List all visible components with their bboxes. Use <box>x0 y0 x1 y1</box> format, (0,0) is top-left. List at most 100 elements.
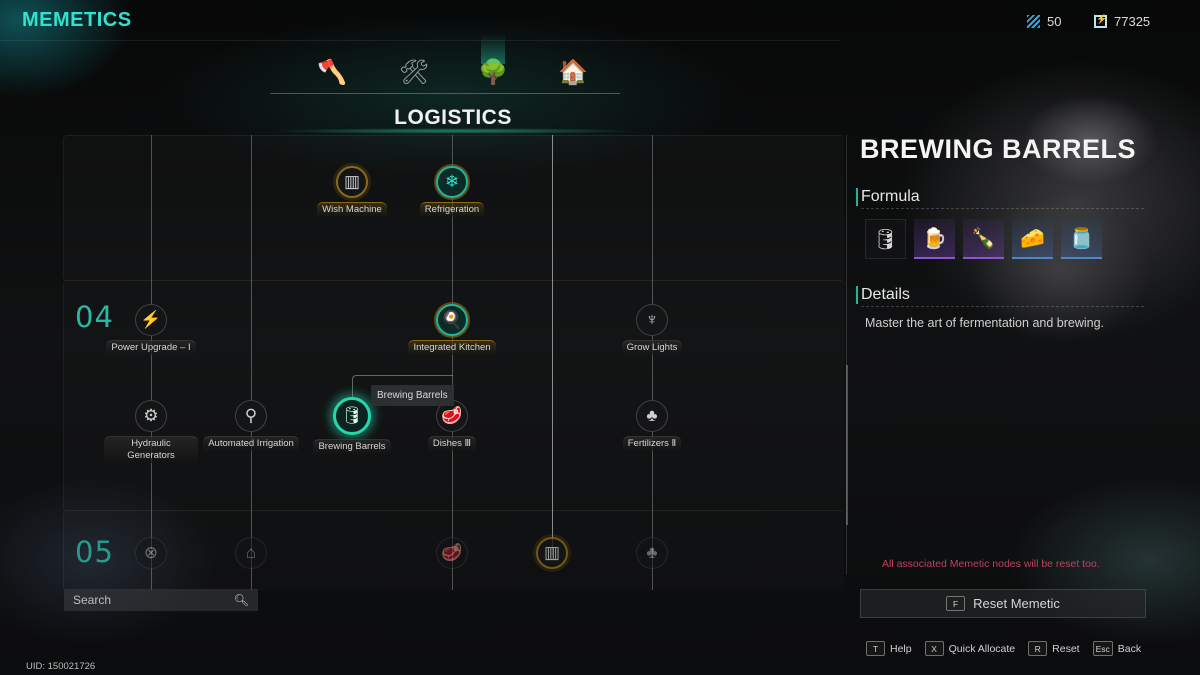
fertilizer-bag-icon: ♣ <box>646 406 658 425</box>
cheese-icon: 🧀 <box>1020 227 1045 250</box>
key-f-icon: F <box>946 596 966 611</box>
node-label: Hydraulic Generators <box>104 436 198 463</box>
jar-icon: 🫙 <box>1069 227 1094 250</box>
tab-combat[interactable]: 🪓 <box>312 52 352 92</box>
key-r-icon: R <box>1028 641 1048 656</box>
bottle-icon: 🍾 <box>971 227 996 250</box>
generator-icon: ⚡ <box>140 310 162 329</box>
key-x-icon: X <box>924 641 944 656</box>
backpack-icon: ⌂ <box>245 543 257 562</box>
category-tabs: 🪓 🛠 🌳 🏠 <box>268 34 622 92</box>
tree-line <box>251 135 252 590</box>
key-t-icon: T <box>866 641 885 656</box>
tree-line <box>552 135 553 555</box>
detail-title: BREWING BARRELS <box>860 134 1136 164</box>
node-refrigeration[interactable]: ❄ Refrigeration <box>402 166 502 217</box>
reset-memetic-button[interactable]: F Reset Memetic <box>860 589 1146 618</box>
app-title: MEMETICS <box>22 9 132 31</box>
node-automated-irrigation[interactable]: ⚲ Automated Irrigation <box>201 400 301 451</box>
brewing-barrel-icon: 🛢 <box>341 406 363 425</box>
node-label: Grow Lights <box>621 340 683 355</box>
user-id: UID: 150021726 <box>26 661 96 672</box>
title-glow <box>270 128 640 134</box>
memetic-shard-icon <box>1027 15 1040 28</box>
cabinet-icon: ▥ <box>543 543 561 562</box>
node-label: Power Upgrade – I <box>106 340 196 355</box>
ingredient-cheese[interactable]: 🧀 <box>1012 219 1053 259</box>
beer-icon: 🍺 <box>922 227 947 250</box>
hint-label: Quick Allocate <box>948 642 1016 655</box>
ingredient-barrel[interactable]: 🛢 <box>865 219 906 259</box>
steak-icon: 🥩 <box>441 406 463 425</box>
tab-crafting[interactable]: 🛠 <box>394 52 434 92</box>
node-tier05-fertilizer[interactable]: ♣ <box>602 537 702 569</box>
hint-quick-allocate[interactable]: X Quick Allocate <box>924 641 1016 656</box>
tree-line <box>151 135 152 590</box>
search-input[interactable] <box>73 593 223 607</box>
grow-light-icon: ♆ <box>645 310 659 329</box>
currency-fuse-value: 77325 <box>1114 14 1151 29</box>
hint-reset[interactable]: R Reset <box>1028 641 1080 656</box>
hint-label: Back <box>1117 642 1142 655</box>
node-tooltip: Brewing Barrels <box>371 385 454 406</box>
hint-back[interactable]: Esc Back <box>1092 641 1142 656</box>
node-fertilizers-2[interactable]: ♣ Fertilizers Ⅱ <box>602 400 702 451</box>
node-label: Integrated Kitchen <box>408 340 496 355</box>
hint-label: Help <box>890 642 912 655</box>
ingredient-bottle[interactable]: 🍾 <box>963 219 1004 259</box>
hint-label: Reset <box>1052 642 1080 655</box>
node-grow-lights[interactable]: ♆ Grow Lights <box>602 304 702 355</box>
node-label: Refrigeration <box>419 202 485 217</box>
machine-icon: ⊗ <box>143 543 159 562</box>
house-icon: 🏠 <box>558 58 588 86</box>
node-label: Dishes Ⅲ <box>427 436 477 451</box>
axe-icon: 🪓 <box>317 58 347 86</box>
node-wish-machine[interactable]: ▥ Wish Machine <box>302 166 402 217</box>
node-label: Brewing Barrels <box>313 439 391 454</box>
node-label: Fertilizers Ⅱ <box>622 436 682 451</box>
tree-line <box>652 135 653 590</box>
details-heading: Details <box>856 286 1144 307</box>
node-tier05-machine[interactable]: ▥ <box>502 537 602 569</box>
ingredient-pickles[interactable]: 🫙 <box>1061 219 1102 259</box>
workbench-icon: 🛠 <box>398 58 430 86</box>
reset-memetic-label: Reset Memetic <box>973 596 1060 611</box>
fuse-points-icon <box>1094 14 1107 28</box>
currency-shards-value: 50 <box>1047 14 1062 29</box>
top-divider <box>0 40 840 41</box>
keybind-hints: T Help X Quick Allocate R Reset Esc Back <box>866 641 1141 656</box>
node-tier05-dishes[interactable]: 🥩 <box>402 537 502 569</box>
ingredient-beer[interactable]: 🍺 <box>914 219 955 259</box>
wish-machine-icon: ▥ <box>343 172 361 191</box>
reset-warning: All associated Memetic nodes will be res… <box>882 558 1100 570</box>
tabs-divider <box>270 93 620 94</box>
search-box: 🔍︎ <box>64 589 258 611</box>
tab-logistics[interactable]: 🌳 <box>473 34 513 92</box>
snowflake-icon: ❄ <box>444 172 460 191</box>
tree-icon: 🌳 <box>478 58 508 86</box>
node-power-upgrade[interactable]: ⚡ Power Upgrade – I <box>101 304 201 355</box>
node-hydraulic-generators[interactable]: ⚙ Hydraulic Generators <box>101 400 201 463</box>
node-label: Automated Irrigation <box>203 436 299 451</box>
hint-help[interactable]: T Help <box>866 641 912 656</box>
formula-list: 🛢 🍺 🍾 🧀 🫙 <box>865 219 1102 259</box>
fertilizer-bag-icon: ♣ <box>646 543 658 562</box>
details-text: Master the art of fermentation and brewi… <box>865 316 1105 330</box>
water-wheel-icon: ⚙ <box>143 406 159 425</box>
sprinkler-icon: ⚲ <box>244 406 258 425</box>
key-esc-icon: Esc <box>1092 641 1113 656</box>
tab-territory[interactable]: 🏠 <box>553 52 593 92</box>
node-dishes-3[interactable]: 🥩 Dishes Ⅲ <box>402 400 502 451</box>
barrel-icon: 🛢 <box>872 228 899 251</box>
tree-scrollbar[interactable] <box>846 365 848 525</box>
search-icon[interactable]: 🔍︎ <box>234 593 249 607</box>
currency-shards: 50 <box>1027 14 1061 29</box>
node-tier05-generator[interactable]: ⊗ <box>101 537 201 569</box>
steak-icon: 🥩 <box>441 543 463 562</box>
section-title: LOGISTICS <box>394 106 512 129</box>
node-label: Wish Machine <box>317 202 387 217</box>
formula-heading: Formula <box>856 188 1144 209</box>
currency-fuse: 77325 <box>1094 14 1150 29</box>
node-tier05-backpack[interactable]: ⌂ <box>201 537 301 569</box>
node-integrated-kitchen[interactable]: 🍳 Integrated Kitchen <box>402 304 502 355</box>
